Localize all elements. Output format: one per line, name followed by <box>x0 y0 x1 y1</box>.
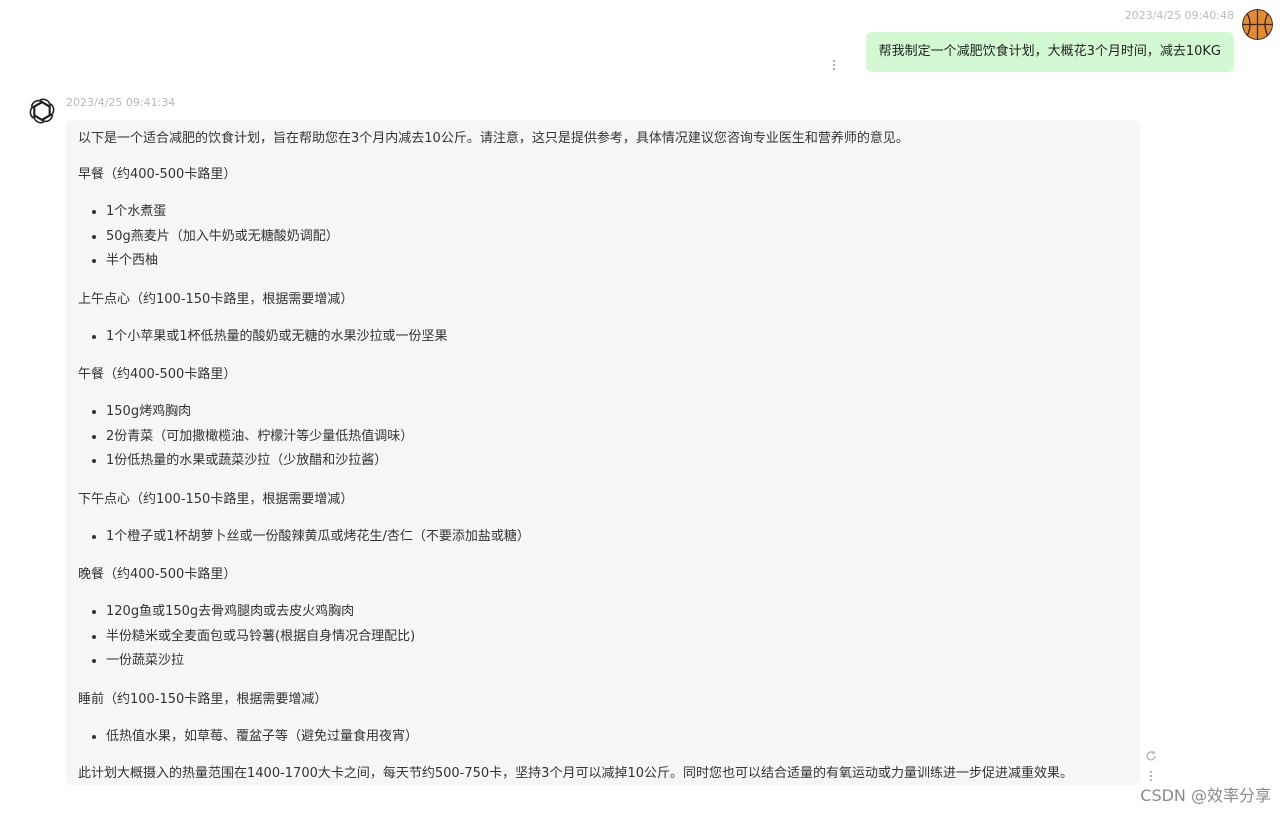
user-message-bubble[interactable]: 帮我制定一个减肥饮食计划，大概花3个月时间，减去10KG <box>865 32 1234 72</box>
user-message-timestamp: 2023/4/25 09:40:48 <box>1124 9 1234 22</box>
bot-intro-text: 以下是一个适合减肥的饮食计划，旨在帮助您在3个月内减去10公斤。请注意，这只是提… <box>78 131 909 146</box>
section-heading-dinner: 晚餐（约400-500卡路里） <box>78 567 237 582</box>
list-item: 50g燕麦片（加入牛奶或无糖酸奶调配） <box>106 225 1128 250</box>
section-heading-lunch: 午餐（约400-500卡路里） <box>78 367 237 382</box>
section-heading-morning-snack: 上午点心（约100-150卡路里，根据需要增减） <box>78 291 354 307</box>
list-item: 1个橙子或1杯胡萝卜丝或一份酸辣黄瓜或烤花生/杏仁（不要添加盐或糖） <box>106 525 1128 550</box>
list-item: 1个小苹果或1杯低热量的酸奶或无糖的水果沙拉或一份坚果 <box>106 325 1128 350</box>
section-list-lunch: 150g烤鸡胸肉 2份青菜（可加撒橄榄油、柠檬汁等少量低热值调味） 1份低热量的… <box>78 400 1128 474</box>
regenerate-icon[interactable] <box>1145 750 1157 762</box>
user-avatar[interactable] <box>1242 9 1273 40</box>
list-item: 半个西柚 <box>106 249 1128 274</box>
section-heading-breakfast: 早餐（约400-500卡路里） <box>78 167 237 182</box>
section-list-dinner: 120g鱼或150g去骨鸡腿肉或去皮火鸡胸肉 半份糙米或全麦面包或马铃薯(根据自… <box>78 600 1128 674</box>
bot-message-bubble[interactable]: 以下是一个适合减肥的饮食计划，旨在帮助您在3个月内减去10公斤。请注意，这只是提… <box>66 120 1140 785</box>
list-item: 2份青菜（可加撒橄榄油、柠檬汁等少量低热值调味） <box>106 425 1128 450</box>
watermark: CSDN @效率分享 <box>1140 786 1271 805</box>
section-list-bedtime: 低热值水果，如草莓、覆盆子等（避免过量食用夜宵） <box>78 725 1128 750</box>
section-list-morning-snack: 1个小苹果或1杯低热量的酸奶或无糖的水果沙拉或一份坚果 <box>78 325 1128 350</box>
list-item: 1个水煮蛋 <box>106 200 1128 225</box>
list-item: 低热值水果，如草莓、覆盆子等（避免过量食用夜宵） <box>106 725 1128 750</box>
user-message-text: 帮我制定一个减肥饮食计划，大概花3个月时间，减去10KG <box>878 44 1221 59</box>
section-list-afternoon-snack: 1个橙子或1杯胡萝卜丝或一份酸辣黄瓜或烤花生/杏仁（不要添加盐或糖） <box>78 525 1128 550</box>
bot-message-more-icon[interactable] <box>1149 771 1153 781</box>
list-item: 一份蔬菜沙拉 <box>106 649 1128 674</box>
list-item: 150g烤鸡胸肉 <box>106 400 1128 425</box>
basketball-icon <box>1242 9 1273 40</box>
openai-logo-icon <box>29 98 55 124</box>
bot-closing-text: 此计划大概摄入的热量范围在1400-1700大卡之间，每天节约500-750卡，… <box>78 766 1073 781</box>
bot-avatar <box>27 96 57 126</box>
list-item: 半份糙米或全麦面包或马铃薯(根据自身情况合理配比) <box>106 625 1128 650</box>
list-item: 120g鱼或150g去骨鸡腿肉或去皮火鸡胸肉 <box>106 600 1128 625</box>
section-heading-bedtime: 睡前（约100-150卡路里，根据需要增减） <box>78 691 328 707</box>
section-list-breakfast: 1个水煮蛋 50g燕麦片（加入牛奶或无糖酸奶调配） 半个西柚 <box>78 200 1128 274</box>
user-message-more-icon[interactable] <box>832 60 836 70</box>
list-item: 1份低热量的水果或蔬菜沙拉（少放醋和沙拉酱） <box>106 449 1128 474</box>
section-heading-afternoon-snack: 下午点心（约100-150卡路里，根据需要增减） <box>78 491 354 507</box>
bot-message-timestamp: 2023/4/25 09:41:34 <box>66 96 176 109</box>
